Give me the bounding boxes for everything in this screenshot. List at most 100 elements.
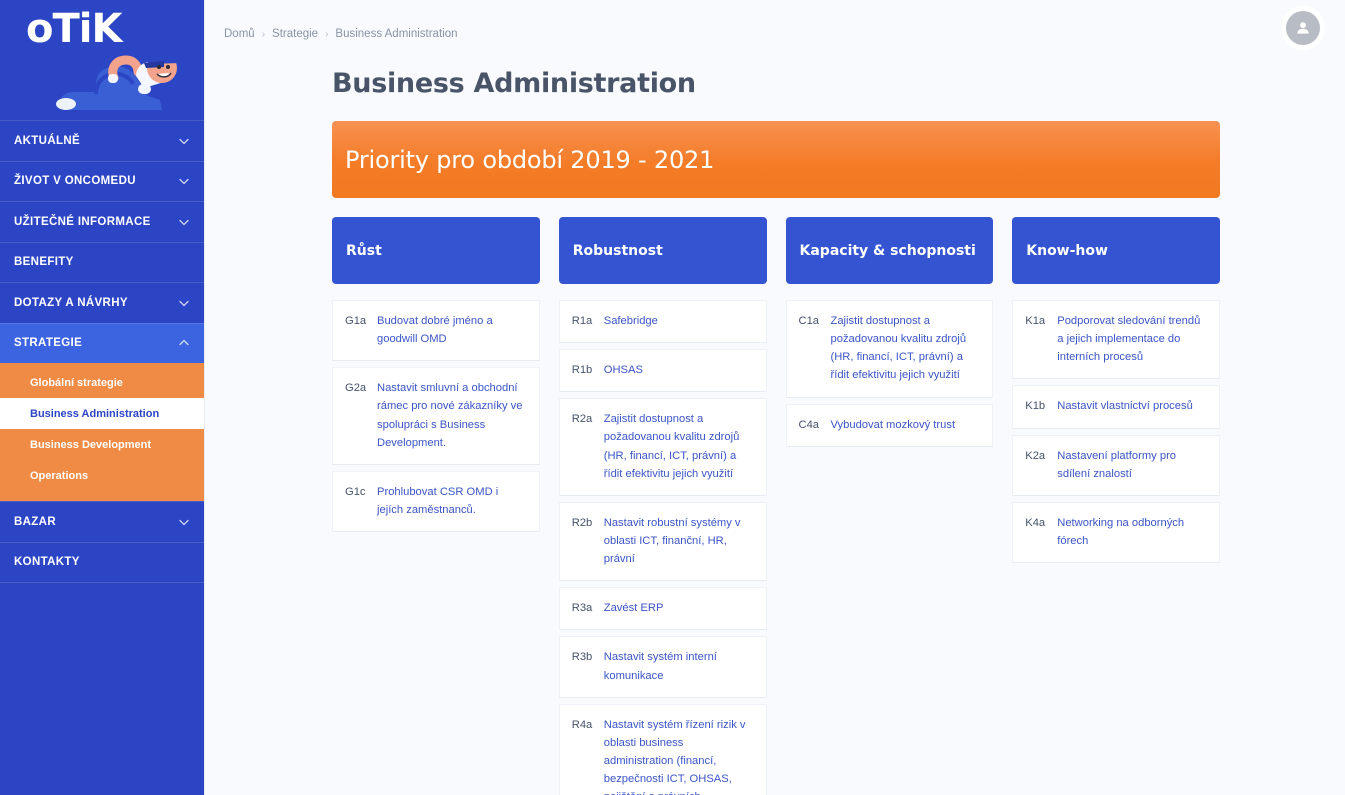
board-column-robustnost: Robustnost R1a Safebridge R1b OHSAS R2a … (558, 217, 767, 795)
sidebar-item-label: AKTUÁLNĚ (14, 134, 81, 147)
card-code: K1a (1025, 315, 1046, 327)
board-card[interactable]: R2b Nastavit robustní systémy v oblasti … (558, 501, 767, 582)
card-text: Nastavit robustní systémy v oblasti ICT,… (603, 516, 741, 566)
sidebar-item-zivot-v-oncomedu[interactable]: ŽIVOT V ONCOMEDU (0, 160, 204, 202)
sidebar-subitem-label: Operations (30, 469, 89, 482)
sidebar-subitem-business-administration[interactable]: Business Administration (0, 398, 204, 429)
brand-logo[interactable]: oTiK (0, 0, 204, 120)
board-column-kapacity-schopnosti: Kapacity & schopnosti C1a Zajistit dostu… (785, 217, 994, 447)
card-text: Zavést ERP (603, 602, 664, 615)
card-text: OHSAS (603, 364, 643, 377)
main-area: Domů › Strategie › Business Administrati… (204, 0, 1345, 795)
user-avatar-icon (1297, 22, 1309, 34)
sidebar-item-label: UŽITEČNÉ INFORMACE (14, 215, 151, 228)
sidebar-item-kontakty[interactable]: KONTAKTY (0, 541, 204, 583)
sidebar-item-label: ŽIVOT V ONCOMEDU (14, 175, 136, 188)
card-text: Budovat dobré jméno a goodwill OMD (377, 315, 493, 346)
board-card[interactable]: C4a Vybudovat mozkový trust (785, 403, 994, 447)
sidebar: oTiK AKTUÁLNĚ ŽIVOT V ONCOMEDU UŽITEČNÉ … (0, 0, 204, 795)
sidebar-item-uzitecne-informace[interactable]: UŽITEČNÉ INFORMACE (0, 201, 204, 242)
sidebar-subitem-label: Business Development (30, 438, 152, 451)
breadcrumb: Domů › Strategie › Business Administrati… (224, 28, 458, 40)
banner-title: Priority pro období 2019 - 2021 (345, 145, 715, 174)
avatar[interactable] (1286, 11, 1320, 45)
breadcrumb-item-current: Business Administration (335, 28, 458, 40)
card-text: Zajistit dostupnost a požadovanou kvalit… (603, 413, 740, 480)
board-card[interactable]: R1b OHSAS (558, 349, 767, 393)
card-text: Vybudovat mozkový trust (830, 418, 956, 431)
column-title: Kapacity & schopnosti (799, 242, 976, 259)
board-column-rust: Růst G1a Budovat dobré jméno a goodwill … (332, 217, 540, 533)
card-text: Zajistit dostupnost a požadovanou kvalit… (830, 315, 967, 382)
chevron-up-icon (178, 337, 190, 349)
sidebar-item-label: STRATEGIE (14, 337, 83, 350)
strategy-board: Růst G1a Budovat dobré jméno a goodwill … (332, 217, 1220, 795)
chevron-down-icon (178, 216, 190, 228)
card-code: R2b (571, 516, 593, 529)
board-card[interactable]: K2a Nastavení platformy pro sdílení znal… (1012, 434, 1220, 496)
priority-banner: Priority pro období 2019 - 2021 (332, 121, 1220, 198)
page-content: Business Administration Priority pro obd… (205, 62, 1345, 795)
column-header[interactable]: Kapacity & schopnosti (785, 217, 994, 284)
otik-mascot-icon (56, 46, 180, 110)
sidebar-subitem-operations[interactable]: Operations (0, 460, 204, 491)
sidebar-subitem-globalni-strategie[interactable]: Globální strategie (0, 367, 204, 398)
card-code: G2a (345, 382, 367, 395)
column-title: Robustnost (572, 242, 663, 259)
board-card[interactable]: K4a Networking na odborných fórech (1012, 501, 1220, 564)
column-header[interactable]: Know-how (1012, 217, 1220, 284)
card-text: Podporovat sledování trendů a jejich imp… (1057, 315, 1201, 364)
chevron-down-icon (178, 135, 190, 147)
card-text: Nastavit smluvní a obchodní rámec pro no… (377, 382, 523, 449)
sidebar-item-bazar[interactable]: BAZAR (0, 501, 204, 542)
board-card[interactable]: G2a Nastavit smluvní a obchodní rámec pr… (332, 367, 540, 465)
card-text: Nastavit systém řízení rizik v oblasti b… (603, 718, 746, 795)
board-card[interactable]: R2a Zajistit dostupnost a požadovanou kv… (558, 398, 767, 496)
sidebar-item-aktualne[interactable]: AKTUÁLNĚ (0, 120, 204, 161)
sidebar-subitem-business-development[interactable]: Business Development (0, 429, 204, 460)
breadcrumb-item-strategie[interactable]: Strategie (272, 28, 318, 40)
card-code: K4a (1025, 516, 1046, 529)
card-code: C4a (798, 418, 820, 431)
sidebar-item-label: BENEFITY (14, 256, 74, 269)
sidebar-bottom-divider (0, 582, 204, 583)
card-text: Nastavení platformy pro sdílení znalostí (1057, 449, 1177, 480)
board-card[interactable]: R3b Nastavit systém interní komunikace (558, 636, 767, 698)
card-text: Networking na odborných fórech (1057, 516, 1185, 547)
chevron-down-icon (178, 175, 190, 187)
breadcrumb-separator-icon: › (261, 28, 266, 40)
chevron-down-icon (178, 516, 190, 528)
breadcrumb-separator-icon: › (325, 28, 329, 40)
chevron-down-icon (178, 297, 190, 309)
board-card[interactable]: R4a Nastavit systém řízení rizik v oblas… (558, 703, 767, 795)
topbar: Domů › Strategie › Business Administrati… (205, 0, 1345, 62)
board-card[interactable]: K1b Nastavit vlastnictví procesů (1012, 385, 1220, 429)
breadcrumb-item-home[interactable]: Domů (224, 28, 255, 40)
board-card[interactable]: K1a Podporovat sledování trendů a jejich… (1012, 300, 1220, 380)
app-root: oTiK AKTUÁLNĚ ŽIVOT V ONCOMEDU UŽITEČNÉ … (0, 0, 1345, 795)
board-card[interactable]: R3a Zavést ERP (558, 587, 767, 631)
card-code: K1b (1025, 400, 1046, 413)
board-card[interactable]: C1a Zajistit dostupnost a požadovanou kv… (785, 300, 994, 398)
card-code: R1a (571, 315, 593, 327)
sidebar-subitem-label: Globální strategie (30, 376, 123, 389)
sidebar-item-strategie[interactable]: STRATEGIE (0, 322, 204, 363)
sidebar-item-dotazy-a-navrhy[interactable]: DOTAZY A NÁVRHY (0, 282, 204, 323)
sidebar-item-label: KONTAKTY (14, 556, 80, 569)
board-card[interactable]: G1c Prohlubovat CSR OMD i jejích zaměstn… (332, 470, 540, 533)
board-card[interactable]: G1a Budovat dobré jméno a goodwill OMD (332, 300, 540, 362)
card-text: Prohlubovat CSR OMD i jejích zaměstnanců… (377, 485, 499, 516)
page-title: Business Administration (332, 68, 696, 99)
sidebar-submenu-strategie: Globální strategie Business Administrati… (0, 363, 204, 501)
sidebar-item-label: BAZAR (14, 515, 56, 528)
column-header[interactable]: Růst (332, 217, 540, 284)
card-text: Safebridge (603, 315, 658, 327)
card-text: Nastavit systém interní komunikace (603, 651, 717, 682)
card-code: R3a (571, 602, 593, 615)
card-code: K2a (1025, 449, 1046, 462)
sidebar-item-benefity[interactable]: BENEFITY (0, 241, 204, 283)
board-card[interactable]: R1a Safebridge (558, 300, 767, 344)
column-header[interactable]: Robustnost (558, 217, 767, 284)
column-title: Know-how (1026, 242, 1108, 259)
card-code: R2a (571, 413, 593, 426)
